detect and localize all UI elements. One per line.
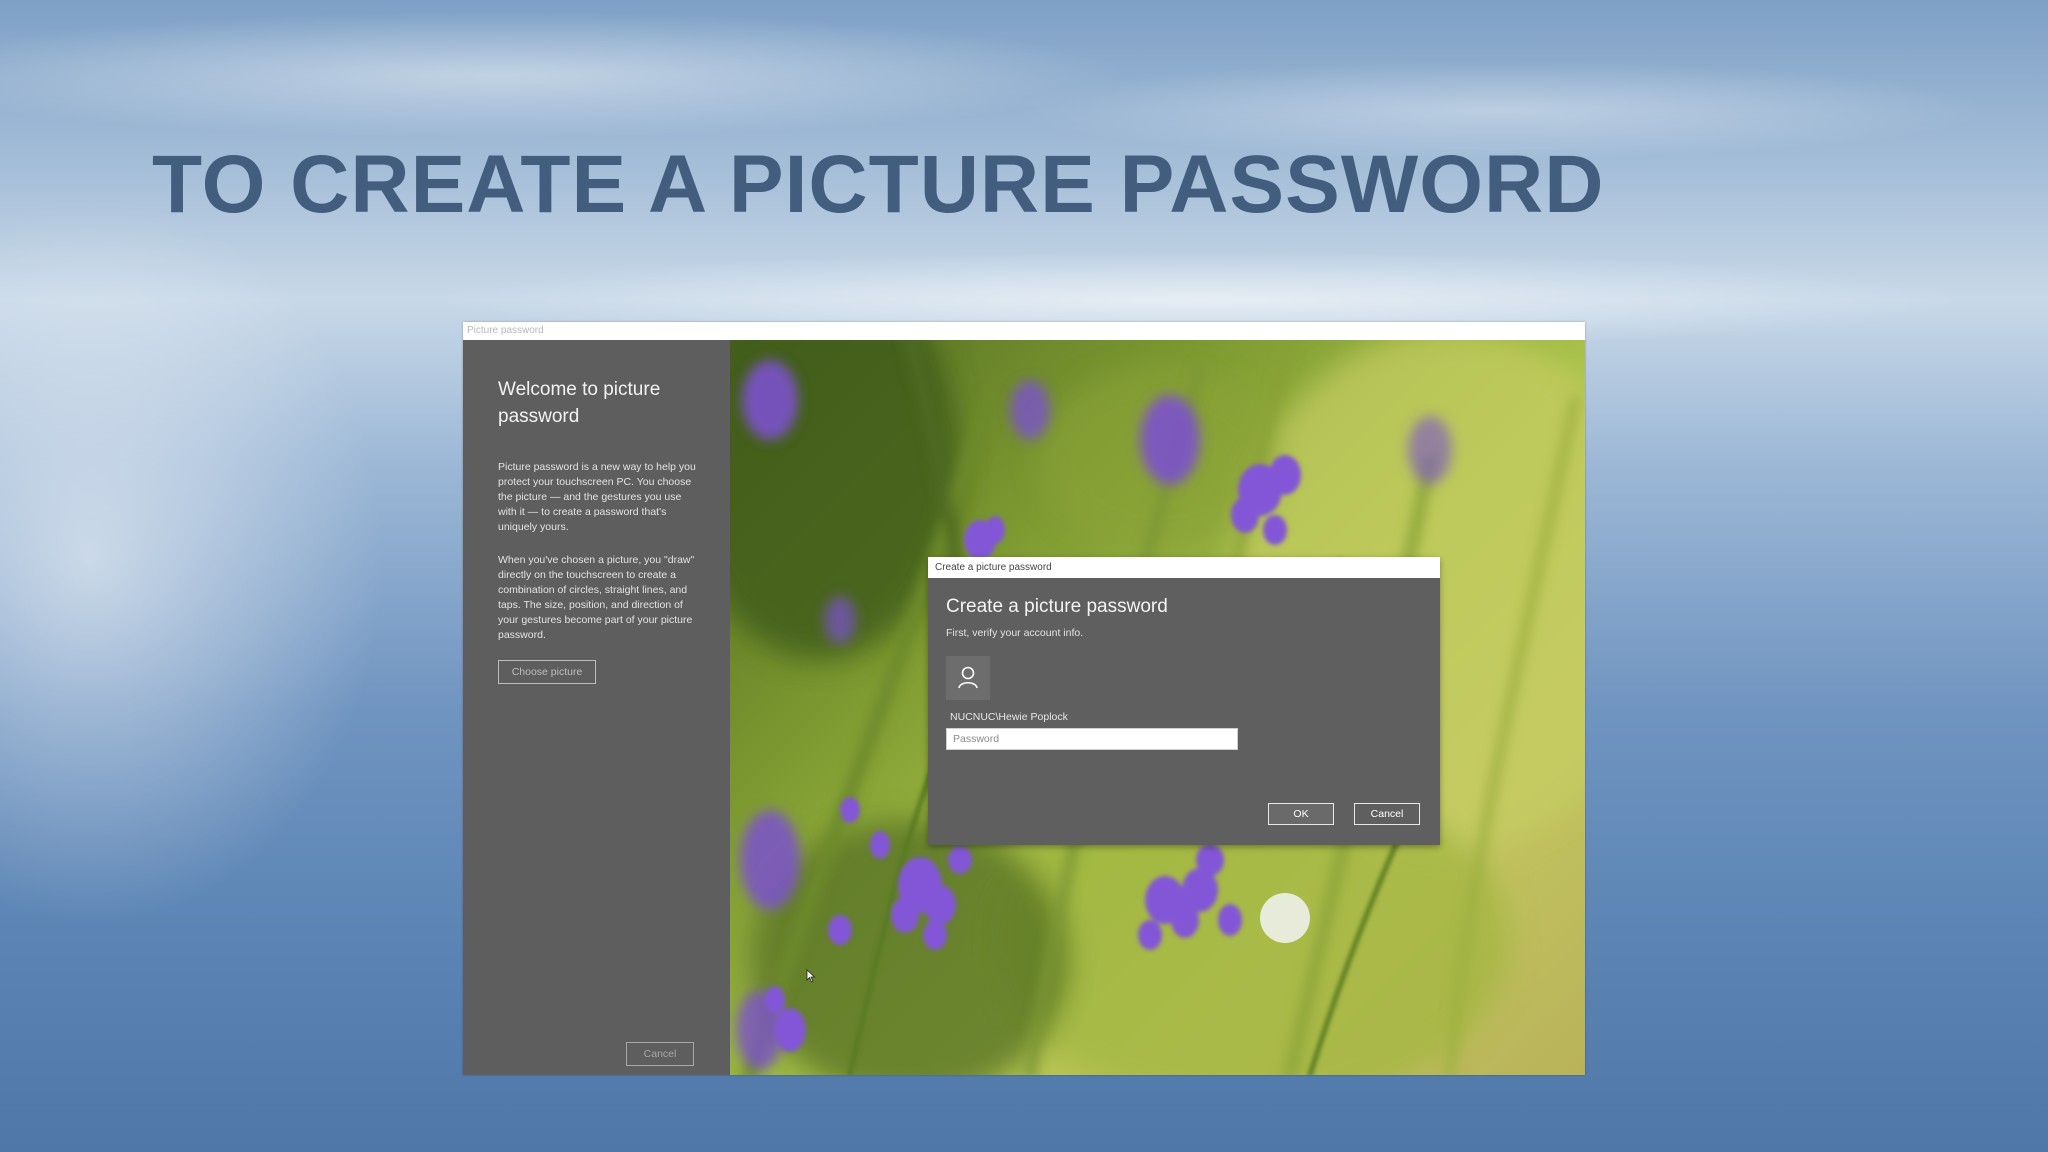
choose-picture-button[interactable]: Choose picture [498, 660, 596, 684]
password-field[interactable] [946, 728, 1238, 750]
avatar [946, 656, 990, 700]
mouse-cursor-icon [806, 969, 816, 983]
slide-title: TO CREATE A PICTURE PASSWORD [152, 139, 1605, 230]
welcome-panel: Welcome to picture password Picture pass… [463, 340, 730, 1075]
panel-cancel-button[interactable]: Cancel [626, 1042, 694, 1066]
dialog-heading: Create a picture password [946, 596, 1168, 617]
window-title: Picture password [467, 325, 544, 336]
cancel-button[interactable]: Cancel [1354, 803, 1420, 825]
window-titlebar[interactable]: Picture password [463, 322, 1585, 340]
dialog-title: Create a picture password [935, 562, 1052, 573]
create-picture-password-dialog: Create a picture password Create a pictu… [928, 557, 1440, 845]
instructions-paragraph: When you've chosen a picture, you "draw"… [498, 554, 695, 641]
ok-button[interactable]: OK [1268, 803, 1334, 825]
dialog-titlebar[interactable]: Create a picture password [928, 557, 1440, 578]
touch-indicator [1260, 893, 1310, 943]
intro-paragraph: Picture password is a new way to help yo… [498, 461, 696, 533]
account-name: NUCNUC\Hewie Poplock [950, 711, 1068, 723]
welcome-heading: Welcome to picture password [498, 379, 661, 427]
user-icon [958, 666, 978, 689]
dialog-subtitle: First, verify your account info. [946, 627, 1084, 639]
